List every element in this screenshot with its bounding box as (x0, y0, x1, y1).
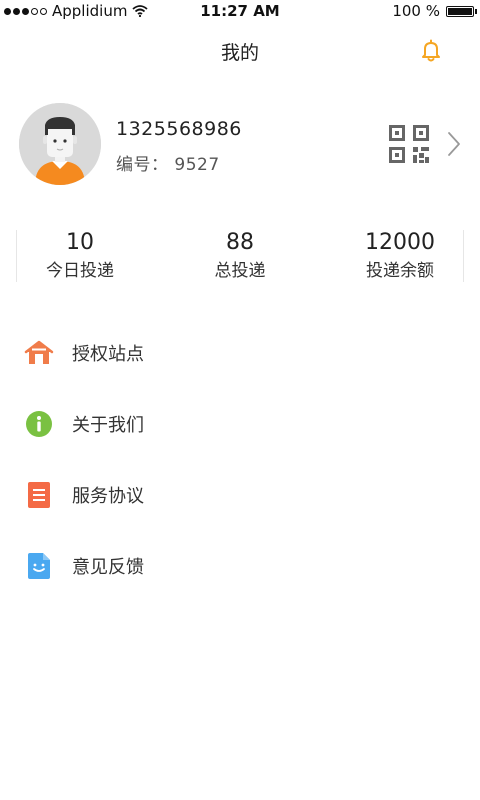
menu-item-authorized-sites[interactable]: 授权站点 (0, 318, 480, 389)
page-title: 我的 (220, 42, 259, 64)
stat-value: 10 (66, 230, 94, 255)
stat-total-deliveries[interactable]: 88 总投递 (160, 222, 320, 292)
info-icon (26, 411, 52, 437)
status-bar: Applidium 11:27 AM 100 % (0, 0, 480, 22)
menu-item-service-agreement[interactable]: 服务协议 (0, 460, 480, 531)
menu-item-about-us[interactable]: 关于我们 (0, 389, 480, 460)
chevron-right-icon[interactable] (445, 130, 463, 158)
menu-list: 授权站点 关于我们 服务协议 意见反馈 (0, 318, 480, 602)
user-id: 编号： 9527 (116, 155, 220, 175)
bell-icon[interactable] (418, 38, 444, 64)
nav-bar: 我的 (0, 22, 480, 78)
stat-value: 88 (226, 230, 254, 255)
menu-item-label: 服务协议 (72, 486, 144, 507)
stat-label: 今日投递 (46, 261, 114, 281)
stats-bar: 10 今日投递 88 总投递 12000 投递余额 (0, 222, 480, 292)
stat-label: 投递余额 (366, 261, 434, 281)
profile-card[interactable]: 1325568986 编号： 9527 (0, 100, 480, 190)
user-avatar-icon[interactable] (19, 103, 101, 185)
user-phone: 1325568986 (116, 118, 242, 140)
status-right: 100 % (392, 2, 477, 20)
stat-delivery-balance[interactable]: 12000 投递余额 (320, 222, 480, 292)
stat-value: 12000 (365, 230, 435, 255)
menu-item-label: 授权站点 (72, 344, 144, 365)
home-icon (24, 340, 54, 364)
battery-icon (446, 5, 477, 17)
stat-label: 总投递 (214, 261, 266, 281)
document-icon (28, 482, 50, 508)
stat-today-deliveries[interactable]: 10 今日投递 (0, 222, 160, 292)
menu-item-label: 关于我们 (72, 415, 144, 436)
menu-item-label: 意见反馈 (72, 557, 144, 578)
qr-code-icon[interactable] (388, 124, 430, 164)
menu-item-feedback[interactable]: 意见反馈 (0, 531, 480, 602)
battery-percent: 100 % (392, 2, 440, 20)
feedback-icon (28, 553, 50, 579)
